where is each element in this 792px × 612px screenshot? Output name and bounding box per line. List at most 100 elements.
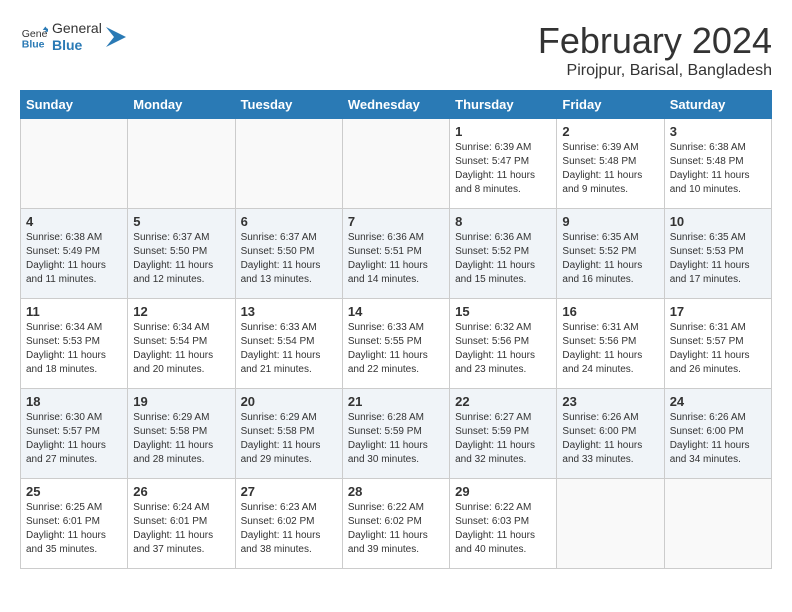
table-row: 28Sunrise: 6:22 AMSunset: 6:02 PMDayligh… <box>342 479 449 569</box>
day-number: 7 <box>348 214 444 229</box>
col-tuesday: Tuesday <box>235 91 342 119</box>
table-row: 9Sunrise: 6:35 AMSunset: 5:52 PMDaylight… <box>557 209 664 299</box>
day-info: Sunrise: 6:29 AMSunset: 5:58 PMDaylight:… <box>133 411 229 467</box>
table-row: 23 Sunrise: 6:26 AMSunset: 6:00 PMDayligh… <box>557 389 664 479</box>
calendar-week-row: 11 Sunrise: 6:34 AMSunset: 5:53 PMDayligh… <box>21 299 772 389</box>
logo-icon: General Blue <box>20 23 48 51</box>
day-number: 3 <box>670 124 766 139</box>
day-number: 1 <box>455 124 551 139</box>
svg-text:Blue: Blue <box>22 38 45 50</box>
table-row: 5 Sunrise: 6:37 AMSunset: 5:50 PMDaylight… <box>128 209 235 299</box>
day-number: 12 <box>133 304 229 319</box>
col-saturday: Saturday <box>664 91 771 119</box>
table-row <box>128 119 235 209</box>
day-info: Sunrise: 6:26 AMSunset: 6:00 PMDaylight:… <box>670 411 766 467</box>
month-year-title: February 2024 <box>538 20 772 62</box>
table-row: 19 Sunrise: 6:29 AMSunset: 5:58 PMDayligh… <box>128 389 235 479</box>
day-info: Sunrise: 6:33 AMSunset: 5:54 PMDaylight:… <box>241 321 337 377</box>
day-info: Sunrise: 6:30 AMSunset: 5:57 PMDaylight:… <box>26 411 122 467</box>
day-number: 16 <box>562 304 658 319</box>
table-row <box>21 119 128 209</box>
day-info: Sunrise: 6:34 AMSunset: 5:54 PMDaylight:… <box>133 321 229 377</box>
day-info: Sunrise: 6:39 AMSunset: 5:48 PMDaylight:… <box>562 141 658 197</box>
day-info: Sunrise: 6:33 AMSunset: 5:55 PMDaylight:… <box>348 321 444 377</box>
col-thursday: Thursday <box>450 91 557 119</box>
table-row: 24 Sunrise: 6:26 AMSunset: 6:00 PMDayligh… <box>664 389 771 479</box>
day-info: Sunrise: 6:36 AMSunset: 5:51 PMDaylight:… <box>348 231 444 287</box>
day-info: Sunrise: 6:22 AMSunset: 6:03 PMDaylight:… <box>455 501 551 557</box>
day-number: 28 <box>348 484 444 499</box>
day-number: 8 <box>455 214 551 229</box>
day-info: Sunrise: 6:24 AMSunset: 6:01 PMDaylight:… <box>133 501 229 557</box>
table-row: 10 Sunrise: 6:35 AMSunset: 5:53 PMDayligh… <box>664 209 771 299</box>
day-number: 19 <box>133 394 229 409</box>
day-number: 24 <box>670 394 766 409</box>
page-header: General Blue General Blue February 2024 … <box>20 20 772 80</box>
table-row: 15Sunrise: 6:32 AMSunset: 5:56 PMDayligh… <box>450 299 557 389</box>
table-row: 4 Sunrise: 6:38 AMSunset: 5:49 PMDaylight… <box>21 209 128 299</box>
day-info: Sunrise: 6:31 AMSunset: 5:56 PMDaylight:… <box>562 321 658 377</box>
table-row: 17Sunrise: 6:31 AMSunset: 5:57 PMDayligh… <box>664 299 771 389</box>
day-info: Sunrise: 6:36 AMSunset: 5:52 PMDaylight:… <box>455 231 551 287</box>
calendar-table: Sunday Monday Tuesday Wednesday Thursday… <box>20 90 772 569</box>
day-info: Sunrise: 6:37 AMSunset: 5:50 PMDaylight:… <box>241 231 337 287</box>
table-row: 1 Sunrise: 6:39 AMSunset: 5:47 PMDaylight… <box>450 119 557 209</box>
logo-general-text: General <box>52 20 102 37</box>
col-monday: Monday <box>128 91 235 119</box>
day-info: Sunrise: 6:34 AMSunset: 5:53 PMDaylight:… <box>26 321 122 377</box>
day-number: 23 <box>562 394 658 409</box>
calendar-week-row: 4 Sunrise: 6:38 AMSunset: 5:49 PMDaylight… <box>21 209 772 299</box>
logo-blue-text: Blue <box>52 37 102 54</box>
calendar-week-row: 1 Sunrise: 6:39 AMSunset: 5:47 PMDaylight… <box>21 119 772 209</box>
day-number: 4 <box>26 214 122 229</box>
day-info: Sunrise: 6:37 AMSunset: 5:50 PMDaylight:… <box>133 231 229 287</box>
day-number: 21 <box>348 394 444 409</box>
day-info: Sunrise: 6:38 AMSunset: 5:48 PMDaylight:… <box>670 141 766 197</box>
logo: General Blue General Blue <box>20 20 126 54</box>
day-number: 20 <box>241 394 337 409</box>
day-info: Sunrise: 6:26 AMSunset: 6:00 PMDaylight:… <box>562 411 658 467</box>
table-row: 26 Sunrise: 6:24 AMSunset: 6:01 PMDayligh… <box>128 479 235 569</box>
table-row <box>235 119 342 209</box>
day-number: 14 <box>348 304 444 319</box>
day-number: 22 <box>455 394 551 409</box>
day-number: 10 <box>670 214 766 229</box>
table-row: 25 Sunrise: 6:25 AMSunset: 6:01 PMDayligh… <box>21 479 128 569</box>
table-row: 8 Sunrise: 6:36 AMSunset: 5:52 PMDaylight… <box>450 209 557 299</box>
logo-arrow-icon <box>106 27 126 47</box>
day-number: 2 <box>562 124 658 139</box>
day-number: 26 <box>133 484 229 499</box>
day-info: Sunrise: 6:38 AMSunset: 5:49 PMDaylight:… <box>26 231 122 287</box>
day-number: 29 <box>455 484 551 499</box>
col-friday: Friday <box>557 91 664 119</box>
day-info: Sunrise: 6:39 AMSunset: 5:47 PMDaylight:… <box>455 141 551 197</box>
day-info: Sunrise: 6:28 AMSunset: 5:59 PMDaylight:… <box>348 411 444 467</box>
day-number: 11 <box>26 304 122 319</box>
day-info: Sunrise: 6:31 AMSunset: 5:57 PMDaylight:… <box>670 321 766 377</box>
calendar-week-row: 25 Sunrise: 6:25 AMSunset: 6:01 PMDayligh… <box>21 479 772 569</box>
table-row: 6 Sunrise: 6:37 AMSunset: 5:50 PMDaylight… <box>235 209 342 299</box>
table-row <box>664 479 771 569</box>
table-row: 7 Sunrise: 6:36 AMSunset: 5:51 PMDaylight… <box>342 209 449 299</box>
day-number: 25 <box>26 484 122 499</box>
day-number: 6 <box>241 214 337 229</box>
table-row: 2 Sunrise: 6:39 AMSunset: 5:48 PMDaylight… <box>557 119 664 209</box>
table-row: 11 Sunrise: 6:34 AMSunset: 5:53 PMDayligh… <box>21 299 128 389</box>
calendar-week-row: 18 Sunrise: 6:30 AMSunset: 5:57 PMDayligh… <box>21 389 772 479</box>
day-number: 5 <box>133 214 229 229</box>
day-number: 13 <box>241 304 337 319</box>
table-row: 21 Sunrise: 6:28 AMSunset: 5:59 PMDayligh… <box>342 389 449 479</box>
table-row: 20 Sunrise: 6:29 AMSunset: 5:58 PMDayligh… <box>235 389 342 479</box>
table-row <box>557 479 664 569</box>
table-row: 27Sunrise: 6:23 AMSunset: 6:02 PMDayligh… <box>235 479 342 569</box>
day-info: Sunrise: 6:35 AMSunset: 5:53 PMDaylight:… <box>670 231 766 287</box>
title-block: February 2024 Pirojpur, Barisal, Banglad… <box>538 20 772 80</box>
table-row: 22Sunrise: 6:27 AMSunset: 5:59 PMDayligh… <box>450 389 557 479</box>
day-number: 18 <box>26 394 122 409</box>
table-row <box>342 119 449 209</box>
day-info: Sunrise: 6:25 AMSunset: 6:01 PMDaylight:… <box>26 501 122 557</box>
table-row: 29 Sunrise: 6:22 AMSunset: 6:03 PMDayligh… <box>450 479 557 569</box>
table-row: 16 Sunrise: 6:31 AMSunset: 5:56 PMDayligh… <box>557 299 664 389</box>
day-info: Sunrise: 6:29 AMSunset: 5:58 PMDaylight:… <box>241 411 337 467</box>
col-wednesday: Wednesday <box>342 91 449 119</box>
